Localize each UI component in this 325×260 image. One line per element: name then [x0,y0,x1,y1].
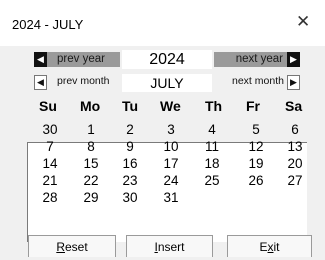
next-month-button[interactable]: next month [232,74,284,88]
day-cell[interactable]: 14 [39,156,61,171]
day-cell[interactable]: 16 [119,156,141,171]
window-title: 2024 - JULY [12,17,84,32]
day-cell[interactable]: 9 [119,139,141,154]
weekday-header-we: We [160,98,181,114]
year-value: 2024 [122,50,212,69]
day-cell[interactable]: 22 [80,173,102,188]
next-year-button[interactable]: next year [214,52,287,67]
day-cell[interactable]: 23 [119,173,141,188]
day-cell[interactable]: 26 [245,173,267,188]
weekday-header-tu: Tu [122,98,139,114]
calendar-dialog: 2024 - JULY ✕ ◀ prev year 2024 next year… [0,0,325,260]
day-cell[interactable]: 24 [160,173,182,188]
prev-year-button[interactable]: prev year [47,52,120,67]
day-cell[interactable]: 29 [80,190,102,205]
day-cell[interactable]: 11 [201,139,223,154]
day-cell[interactable]: 7 [39,139,61,154]
day-cell[interactable]: 15 [80,156,102,171]
prev-month-button[interactable]: prev month [57,74,110,88]
day-cell[interactable]: 30 [39,122,61,137]
day-cell[interactable]: 31 [160,190,182,205]
day-cell[interactable]: 3 [160,122,182,137]
reset-label: eset [64,240,88,254]
exit-button[interactable]: Ex it [227,235,312,257]
day-cell[interactable]: 27 [284,173,306,188]
day-cell[interactable]: 30 [119,190,141,205]
day-cell[interactable]: 10 [160,139,182,154]
next-year-arrow-icon[interactable]: ▶ [287,52,300,67]
day-cell[interactable]: 19 [245,156,267,171]
weekday-header-su: Su [39,98,57,114]
prev-month-arrow-icon[interactable]: ◀ [34,75,47,90]
prev-year-arrow-icon[interactable]: ◀ [34,52,47,67]
day-cell[interactable]: 12 [245,139,267,154]
day-cell[interactable]: 1 [80,122,102,137]
day-cell[interactable]: 6 [284,122,306,137]
next-month-arrow-icon[interactable]: ▶ [287,75,300,90]
day-cell[interactable]: 17 [160,156,182,171]
day-cell[interactable]: 4 [201,122,223,137]
day-cell[interactable]: 2 [119,122,141,137]
reset-accel: R [56,240,65,254]
reset-button[interactable]: Reset [28,235,116,257]
title-bar: 2024 - JULY ✕ [0,0,325,46]
day-cell[interactable]: 25 [201,173,223,188]
weekday-header-fr: Fr [246,98,260,114]
day-cell[interactable]: 13 [284,139,306,154]
day-cell[interactable]: 28 [39,190,61,205]
insert-label: nsert [157,240,185,254]
day-cell[interactable]: 21 [39,173,61,188]
exit-label-pre: E [259,240,268,254]
close-icon[interactable]: ✕ [296,13,310,30]
weekday-header-mo: Mo [80,98,101,114]
day-cell[interactable]: 20 [284,156,306,171]
day-cell[interactable]: 18 [201,156,223,171]
exit-label: it [273,240,280,254]
weekday-header-th: Th [205,98,223,114]
day-cell[interactable]: 8 [80,139,102,154]
month-value: JULY [122,74,212,92]
day-cell[interactable]: 5 [245,122,267,137]
weekday-header-sa: Sa [285,98,303,114]
insert-button[interactable]: Insert [126,235,213,257]
